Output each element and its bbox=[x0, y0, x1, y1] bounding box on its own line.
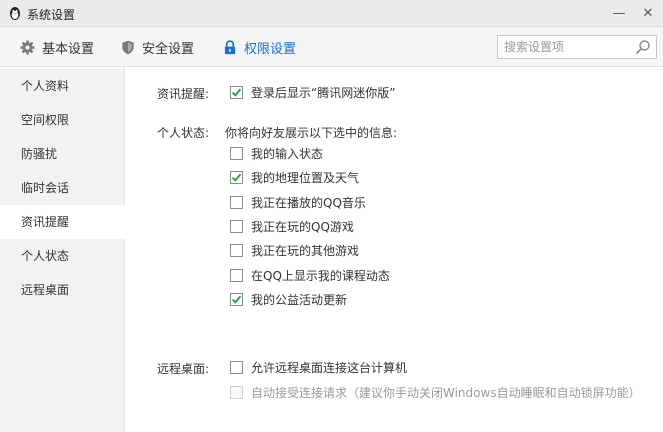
status-option-typing[interactable]: 我的输入状态 bbox=[230, 145, 323, 161]
personal-status-label: 个人状态: bbox=[157, 126, 210, 140]
checkmark-icon bbox=[231, 88, 242, 97]
toolbar: 基本设置 安全设置 权限设置 bbox=[0, 27, 663, 67]
checkbox bbox=[230, 385, 243, 399]
checkbox[interactable] bbox=[230, 360, 243, 374]
title-bar: 系统设置 — ✕ bbox=[0, 0, 663, 27]
status-option-other-game[interactable]: 我正在玩的其他游戏 bbox=[230, 242, 359, 258]
tab-permission-settings[interactable]: 权限设置 bbox=[223, 27, 296, 67]
personal-status-intro: 你将向好友展示以下选中的信息: bbox=[225, 126, 398, 140]
checkmark-icon bbox=[231, 173, 242, 182]
option-label: 我的输入状态 bbox=[251, 146, 324, 161]
lock-icon bbox=[224, 39, 236, 54]
qq-penguin-icon bbox=[10, 7, 20, 20]
option-label: 允许远程桌面连接这台计算机 bbox=[251, 360, 408, 375]
sidebar-item-profile[interactable]: 个人资料 bbox=[0, 69, 125, 103]
checkbox[interactable] bbox=[230, 195, 243, 209]
option-label: 我正在玩的其他游戏 bbox=[251, 243, 360, 258]
search-input[interactable] bbox=[498, 36, 630, 58]
sidebar: 个人资料 空间权限 防骚扰 临时会话 资讯提醒 个人状态 远程桌面 bbox=[0, 68, 125, 432]
shield-icon bbox=[122, 40, 134, 54]
checkbox[interactable] bbox=[230, 219, 243, 233]
news-reminder-label: 资讯提醒: bbox=[157, 87, 210, 101]
sidebar-item-remote-desktop[interactable]: 远程桌面 bbox=[0, 273, 125, 307]
tab-security-settings[interactable]: 安全设置 bbox=[121, 27, 194, 67]
option-label: 我正在播放的QQ音乐 bbox=[251, 195, 366, 210]
sidebar-item-news-reminder[interactable]: 资讯提醒 bbox=[0, 205, 125, 239]
option-label: 我正在玩的QQ游戏 bbox=[251, 219, 354, 234]
option-label: 登录后显示“腾讯网迷你版” bbox=[251, 85, 396, 100]
status-option-qq-music[interactable]: 我正在播放的QQ音乐 bbox=[230, 194, 366, 210]
option-label: 自动接受连接请求（建议你手动关闭Windows自动睡眠和自动锁屏功能） bbox=[251, 385, 641, 400]
sidebar-item-space-permission[interactable]: 空间权限 bbox=[0, 103, 125, 137]
settings-panel: 资讯提醒: 登录后显示“腾讯网迷你版” 个人状态: 你将向好友展示以下选中的信息… bbox=[125, 68, 663, 432]
sidebar-item-temp-session[interactable]: 临时会话 bbox=[0, 171, 125, 205]
status-option-course-activity[interactable]: 在QQ上显示我的课程动态 bbox=[230, 267, 390, 283]
checkbox[interactable] bbox=[230, 243, 243, 257]
minimize-button[interactable]: — bbox=[604, 0, 634, 27]
sidebar-item-personal-status[interactable]: 个人状态 bbox=[0, 239, 125, 273]
checkbox[interactable] bbox=[230, 292, 243, 306]
sidebar-item-anti-harassment[interactable]: 防骚扰 bbox=[0, 137, 125, 171]
checkbox[interactable] bbox=[230, 170, 243, 184]
checkbox[interactable] bbox=[230, 146, 243, 160]
option-label: 在QQ上显示我的课程动态 bbox=[251, 268, 390, 283]
checkbox[interactable] bbox=[230, 85, 243, 99]
tab-basic-settings[interactable]: 基本设置 bbox=[20, 27, 94, 67]
tab-label: 权限设置 bbox=[244, 41, 297, 57]
window-title: 系统设置 bbox=[27, 8, 76, 22]
option-label: 我的地理位置及天气 bbox=[251, 170, 360, 185]
gear-icon bbox=[20, 39, 35, 55]
remote-allow-connection-option[interactable]: 允许远程桌面连接这台计算机 bbox=[230, 359, 407, 375]
search-box bbox=[497, 35, 657, 59]
status-option-qq-game[interactable]: 我正在玩的QQ游戏 bbox=[230, 218, 354, 234]
status-option-location-weather[interactable]: 我的地理位置及天气 bbox=[230, 169, 359, 185]
remote-auto-accept-option: 自动接受连接请求（建议你手动关闭Windows自动睡眠和自动锁屏功能） bbox=[230, 384, 641, 400]
close-button[interactable]: ✕ bbox=[633, 0, 663, 27]
tab-label: 基本设置 bbox=[42, 41, 95, 57]
tab-label: 安全设置 bbox=[142, 41, 195, 57]
option-label: 我的公益活动更新 bbox=[251, 292, 348, 307]
remote-desktop-label: 远程桌面: bbox=[157, 362, 210, 376]
status-option-charity-update[interactable]: 我的公益活动更新 bbox=[230, 291, 347, 307]
search-icon[interactable] bbox=[635, 39, 651, 55]
checkmark-icon bbox=[231, 295, 242, 304]
show-mini-news-option[interactable]: 登录后显示“腾讯网迷你版” bbox=[230, 84, 395, 100]
checkbox[interactable] bbox=[230, 268, 243, 282]
